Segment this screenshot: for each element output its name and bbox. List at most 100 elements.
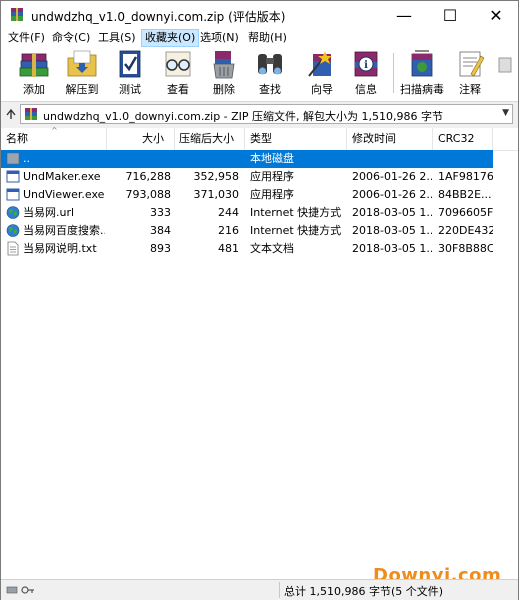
info-button[interactable]: i 信息 xyxy=(343,48,389,98)
comment-icon xyxy=(459,51,485,77)
more-icon xyxy=(498,57,512,73)
add-label: 添加 xyxy=(23,83,45,96)
binoculars-icon xyxy=(258,54,282,75)
table-row[interactable]: 当易网百度搜索... 384 216 Internet 快捷方式 2018-03… xyxy=(1,222,493,240)
column-header-row: 名称 ^ 大小 压缩后大小 类型 修改时间 CRC32 xyxy=(1,126,518,151)
menu-help[interactable]: 帮助(H) xyxy=(245,30,290,46)
column-size[interactable]: 大小 xyxy=(107,128,175,150)
file-modified: 2018-03-05 1... xyxy=(352,206,432,219)
file-name: UndMaker.exe xyxy=(23,170,101,183)
column-modified[interactable]: 修改时间 xyxy=(347,128,433,150)
toolbar-overflow-button[interactable]: ​ xyxy=(495,48,515,98)
add-button[interactable]: 添加 xyxy=(11,48,57,98)
find-button[interactable]: 查找 xyxy=(247,48,293,98)
books-add-icon xyxy=(19,53,49,77)
menu-favorites[interactable]: 收藏夹(O) xyxy=(141,29,200,47)
table-row[interactable]: UndMaker.exe 716,288 352,958 应用程序 2006-0… xyxy=(1,168,493,186)
file-packed-size: 352,958 xyxy=(193,170,240,183)
file-size: 384 xyxy=(150,224,171,237)
table-row[interactable]: 当易网.url 333 244 Internet 快捷方式 2018-03-05… xyxy=(1,204,493,222)
status-divider xyxy=(279,582,280,598)
globe-icon xyxy=(6,206,20,219)
globe-icon xyxy=(6,224,20,237)
table-row[interactable]: UndViewer.exe 793,088 371,030 应用程序 2006-… xyxy=(1,186,493,204)
file-packed-size: 481 xyxy=(218,242,239,255)
file-packed-size: 216 xyxy=(218,224,239,237)
file-type: 文本文档 xyxy=(250,242,294,255)
column-packed[interactable]: 压缩后大小 xyxy=(175,128,245,150)
extract-to-button[interactable]: 解压到 xyxy=(59,48,105,98)
column-type[interactable]: 类型 xyxy=(245,128,347,150)
address-path: undwdzhq_v1.0_downyi.com.zip - ZIP 压缩文件,… xyxy=(43,110,444,123)
text-file-icon xyxy=(7,241,19,256)
menu-command[interactable]: 命令(C) xyxy=(49,30,93,46)
find-label: 查找 xyxy=(259,83,281,96)
wizard-button[interactable]: 向导 xyxy=(299,48,345,98)
chevron-down-icon[interactable]: ▼ xyxy=(502,108,509,118)
window-title: undwdzhq_v1.0_downyi.com.zip (评估版本) xyxy=(31,10,286,24)
file-size xyxy=(107,150,171,168)
file-size: 793,088 xyxy=(125,188,172,201)
sort-up-icon: ^ xyxy=(51,126,58,135)
table-row[interactable]: 当易网说明.txt 893 481 文本文档 2018-03-05 1... 3… xyxy=(1,240,493,258)
status-bar: 总计 1,510,986 字节(5 个文件) xyxy=(1,579,518,600)
view-label: 查看 xyxy=(167,83,189,96)
parent-folder-icon xyxy=(6,152,20,165)
menu-options[interactable]: 选项(N) xyxy=(197,30,242,46)
exe-file-icon xyxy=(6,170,20,183)
address-field[interactable]: undwdzhq_v1.0_downyi.com.zip - ZIP 压缩文件,… xyxy=(20,104,513,124)
file-crc: 84BB2E... xyxy=(438,188,492,201)
file-type: 应用程序 xyxy=(250,188,294,201)
file-type: Internet 快捷方式 xyxy=(250,206,342,219)
file-modified: 2006-01-26 2... xyxy=(352,188,432,201)
file-crc: 1AF98176 xyxy=(438,170,493,183)
table-row[interactable]: .. 本地磁盘 xyxy=(1,150,493,168)
test-label: 测试 xyxy=(119,83,141,96)
scan-virus-icon xyxy=(411,50,433,77)
file-name: UndViewer.exe xyxy=(23,188,105,201)
address-bar: undwdzhq_v1.0_downyi.com.zip - ZIP 压缩文件,… xyxy=(1,101,518,129)
exe-file-icon xyxy=(6,188,20,201)
scan-virus-label: 扫描病毒 xyxy=(400,83,444,96)
view-button[interactable]: 查看 xyxy=(155,48,201,98)
delete-label: 删除 xyxy=(213,83,235,96)
scan-virus-button[interactable]: 扫描病毒 xyxy=(399,48,445,98)
file-size: 716,288 xyxy=(125,170,172,183)
file-size: 333 xyxy=(150,206,171,219)
column-crc[interactable]: CRC32 xyxy=(433,128,493,150)
file-packed-size: 244 xyxy=(218,206,239,219)
key-icon[interactable] xyxy=(21,585,35,595)
menu-bar: 文件(F) 命令(C) 工具(S) 收藏夹(O) 选项(N) 帮助(H) xyxy=(1,29,518,47)
drive-icon[interactable] xyxy=(6,585,18,595)
archive-icon xyxy=(25,108,37,120)
info-icon: i xyxy=(354,51,378,77)
close-button[interactable]: ✕ xyxy=(473,1,519,29)
menu-tools[interactable]: 工具(S) xyxy=(95,30,139,46)
file-crc: 30F8B88C xyxy=(438,242,493,255)
column-name[interactable]: 名称 ^ xyxy=(1,126,107,150)
title-bar[interactable]: undwdzhq_v1.0_downyi.com.zip (评估版本) — ☐ … xyxy=(1,1,518,29)
checklist-icon xyxy=(119,50,141,78)
test-button[interactable]: 测试 xyxy=(107,48,153,98)
folder-extract-icon xyxy=(67,50,97,77)
status-total: 总计 1,510,986 字节(5 个文件) xyxy=(284,585,444,598)
comment-button[interactable]: 注释 xyxy=(447,48,493,98)
file-name: 当易网百度搜索... xyxy=(23,224,105,237)
file-modified: 2018-03-05 1... xyxy=(352,242,432,255)
delete-button[interactable]: 删除 xyxy=(201,48,247,98)
info-label: 信息 xyxy=(355,83,377,96)
extract-to-label: 解压到 xyxy=(65,83,99,96)
minimize-button[interactable]: — xyxy=(381,1,427,29)
up-folder-icon[interactable] xyxy=(4,106,18,122)
file-packed-size: 371,030 xyxy=(193,188,240,201)
file-modified: 2006-01-26 2... xyxy=(352,170,432,183)
svg-text:i: i xyxy=(364,60,368,71)
maximize-button[interactable]: ☐ xyxy=(427,1,473,29)
file-packed-size xyxy=(175,150,239,168)
app-window: undwdzhq_v1.0_downyi.com.zip (评估版本) — ☐ … xyxy=(0,0,519,600)
file-crc xyxy=(438,150,493,168)
menu-file[interactable]: 文件(F) xyxy=(5,30,48,46)
file-type: Internet 快捷方式 xyxy=(250,224,342,237)
trash-icon xyxy=(213,51,235,79)
file-name: .. xyxy=(23,152,30,165)
